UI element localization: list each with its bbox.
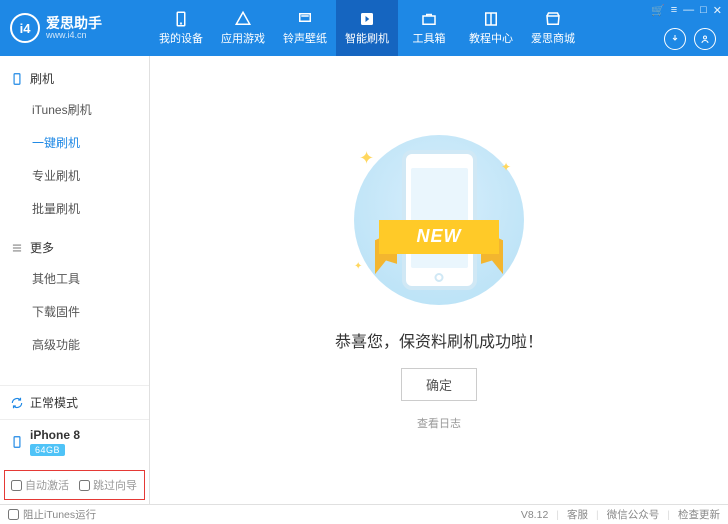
device-storage-badge: 64GB xyxy=(30,444,65,456)
star-icon: ✦ xyxy=(501,160,511,174)
version-label: V8.12 xyxy=(521,509,548,521)
user-circle-icon[interactable] xyxy=(694,28,716,50)
footer-bar: 阻止iTunes运行 V8.12 | 客服 | 微信公众号 | 检查更新 xyxy=(0,504,728,524)
toolbox-icon xyxy=(420,10,438,28)
phone-small-icon xyxy=(10,435,24,449)
nav-tutorial[interactable]: 教程中心 xyxy=(460,0,522,56)
sidebar-options-box: 自动激活 跳过向导 xyxy=(4,470,145,500)
device-icon xyxy=(10,72,24,86)
sidebar-item-advanced[interactable]: 高级功能 xyxy=(0,328,149,361)
refresh-icon xyxy=(10,396,24,410)
check-update-link[interactable]: 检查更新 xyxy=(678,507,720,522)
shop-icon xyxy=(544,10,562,28)
app-url: www.i4.cn xyxy=(46,30,102,41)
sidebar-group-flash: 刷机 iTunes刷机 一键刷机 专业刷机 批量刷机 xyxy=(0,56,149,225)
wechat-link[interactable]: 微信公众号 xyxy=(607,507,660,522)
top-nav: 我的设备 应用游戏 铃声壁纸 智能刷机 工具箱 教程中心 爱思商城 xyxy=(150,0,728,56)
list-icon xyxy=(10,241,24,255)
sidebar-status-mode[interactable]: 正常模式 xyxy=(0,385,149,419)
checkbox-auto-activate[interactable]: 自动激活 xyxy=(11,477,69,493)
sidebar-head-flash: 刷机 xyxy=(0,64,149,93)
logo-icon: i4 xyxy=(10,13,40,43)
ok-button[interactable]: 确定 xyxy=(401,368,477,401)
book-icon xyxy=(482,10,500,28)
sidebar-item-batch-flash[interactable]: 批量刷机 xyxy=(0,192,149,225)
logo-text: 爱思助手 www.i4.cn xyxy=(46,16,102,41)
flash-icon xyxy=(358,10,376,28)
sidebar-device[interactable]: iPhone 8 64GB xyxy=(0,419,149,464)
window-controls: 🛒 ≡ — □ ✕ xyxy=(651,4,722,17)
header-action-circles xyxy=(664,28,716,50)
checkbox-block-itunes[interactable]: 阻止iTunes运行 xyxy=(8,507,96,522)
sidebar-head-more: 更多 xyxy=(0,233,149,262)
sidebar-item-itunes-flash[interactable]: iTunes刷机 xyxy=(0,93,149,126)
music-icon xyxy=(296,10,314,28)
app-header: i4 爱思助手 www.i4.cn 我的设备 应用游戏 铃声壁纸 智能刷机 工具… xyxy=(0,0,728,56)
sidebar-item-other-tools[interactable]: 其他工具 xyxy=(0,262,149,295)
app-title: 爱思助手 xyxy=(46,16,102,30)
phone-icon xyxy=(172,10,190,28)
success-illustration: ✦ ✦ ✦ NEW xyxy=(329,130,549,310)
star-icon: ✦ xyxy=(354,261,362,272)
nav-my-device[interactable]: 我的设备 xyxy=(150,0,212,56)
download-circle-icon[interactable] xyxy=(664,28,686,50)
device-name: iPhone 8 xyxy=(30,428,80,442)
star-icon: ✦ xyxy=(359,148,374,169)
view-log-link[interactable]: 查看日志 xyxy=(417,415,461,431)
sidebar: 刷机 iTunes刷机 一键刷机 专业刷机 批量刷机 更多 其他工具 下载固件 … xyxy=(0,56,150,504)
support-link[interactable]: 客服 xyxy=(567,507,588,522)
cart-icon[interactable]: 🛒 xyxy=(651,4,665,17)
nav-apps[interactable]: 应用游戏 xyxy=(212,0,274,56)
sidebar-item-download-firmware[interactable]: 下载固件 xyxy=(0,295,149,328)
close-icon[interactable]: ✕ xyxy=(713,4,722,17)
minimize-icon[interactable]: — xyxy=(683,4,694,17)
nav-toolbox[interactable]: 工具箱 xyxy=(398,0,460,56)
apps-icon xyxy=(234,10,252,28)
menu-icon[interactable]: ≡ xyxy=(671,4,677,17)
logo-area: i4 爱思助手 www.i4.cn xyxy=(0,13,150,43)
nav-ringtone[interactable]: 铃声壁纸 xyxy=(274,0,336,56)
success-message: 恭喜您，保资料刷机成功啦！ xyxy=(335,328,543,352)
main-content: ✦ ✦ ✦ NEW 恭喜您，保资料刷机成功啦！ 确定 查看日志 xyxy=(150,56,728,504)
sidebar-item-pro-flash[interactable]: 专业刷机 xyxy=(0,159,149,192)
checkbox-skip-guide[interactable]: 跳过向导 xyxy=(79,477,137,493)
sidebar-group-more: 更多 其他工具 下载固件 高级功能 xyxy=(0,225,149,361)
sidebar-item-oneclick-flash[interactable]: 一键刷机 xyxy=(0,126,149,159)
maximize-icon[interactable]: □ xyxy=(700,4,707,17)
nav-shop[interactable]: 爱思商城 xyxy=(522,0,584,56)
new-ribbon: NEW xyxy=(379,220,499,254)
nav-flash[interactable]: 智能刷机 xyxy=(336,0,398,56)
